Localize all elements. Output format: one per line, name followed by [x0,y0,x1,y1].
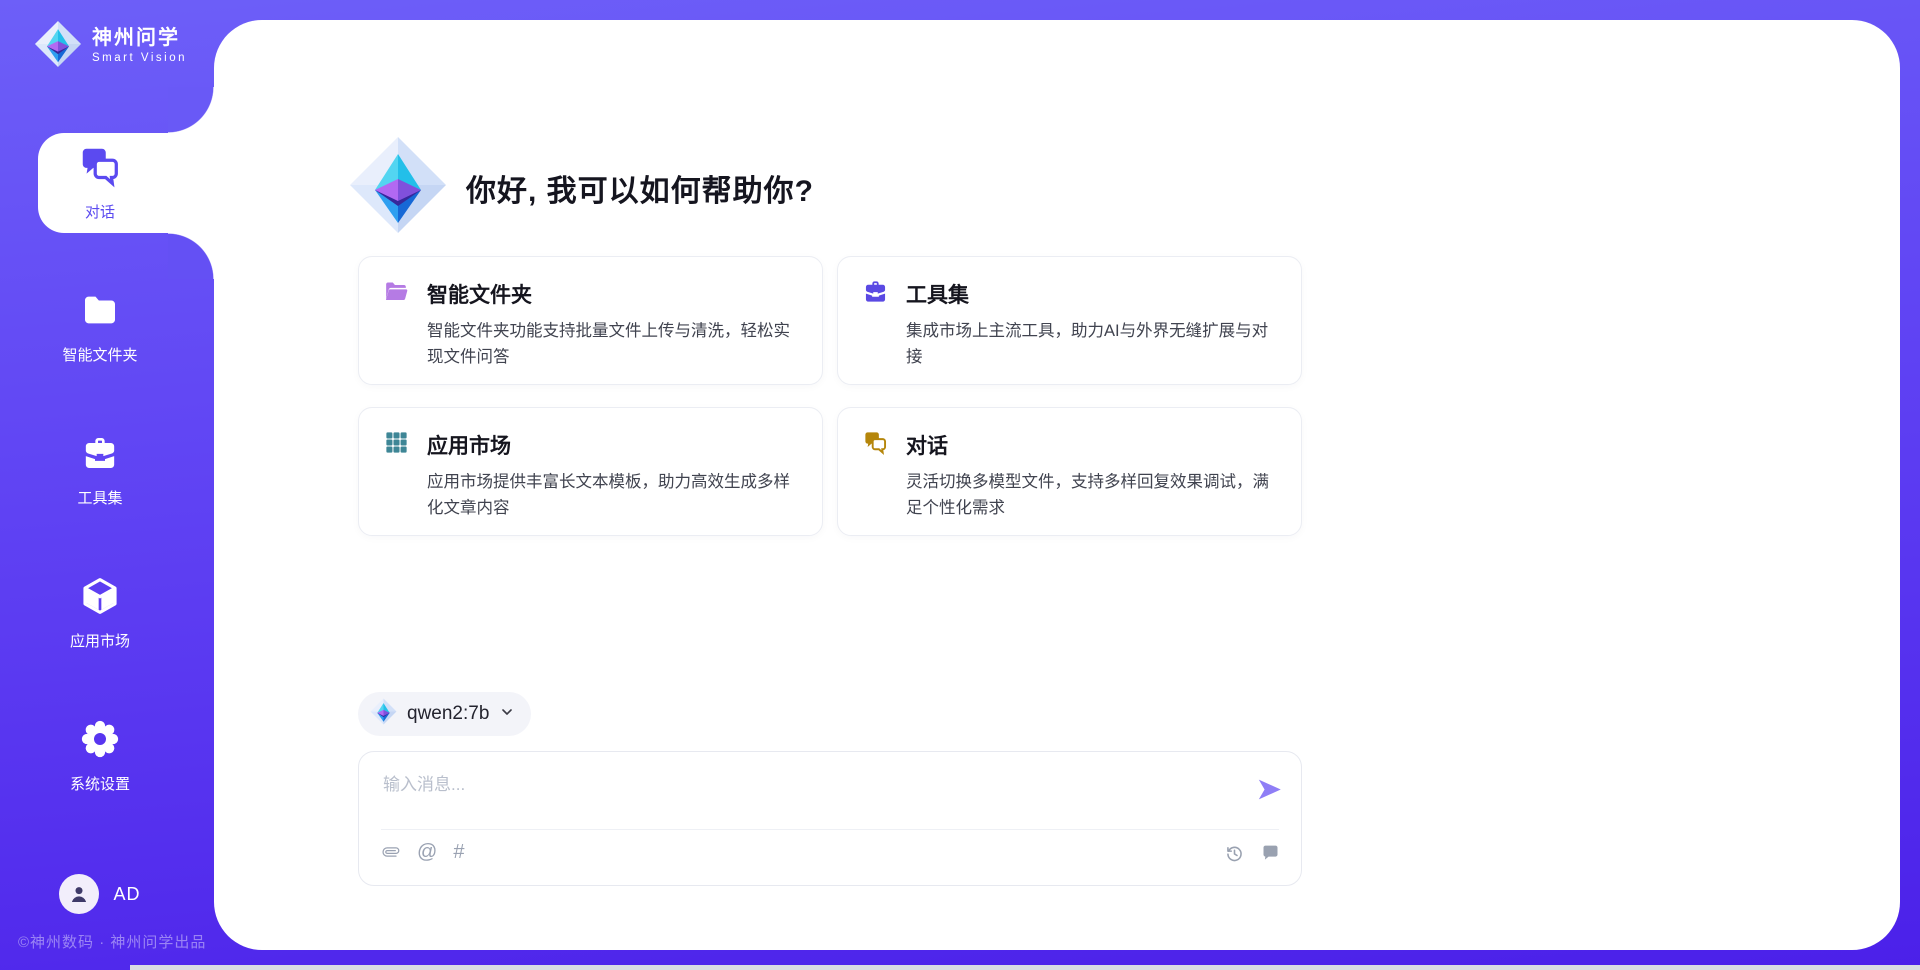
avatar[interactable] [59,874,99,914]
chat-bubbles-icon [862,429,889,461]
folder-icon [80,290,120,335]
sidebar-item-label: 智能文件夹 [62,344,137,365]
card-title: 应用市场 [427,430,511,460]
brand-name: 神州问学 [92,27,187,50]
brand: 神州问学 Smart Vision [34,20,187,73]
send-button[interactable] [1256,776,1283,803]
sidebar: 神州问学 Smart Vision 对话 智能文件夹 [0,0,214,970]
sidebar-item-app-market[interactable]: 应用市场 [0,576,200,651]
feature-cards: 智能文件夹 智能文件夹功能支持批量文件上传与清洗，轻松实现文件问答 工具集 集成… [358,256,1302,536]
briefcase-icon [80,433,120,478]
model-selector[interactable]: qwen2:7b [358,692,531,736]
active-tab-fillet-top [168,87,214,133]
active-tab-fillet-bottom [168,233,214,279]
sidebar-item-label: 工具集 [77,487,122,508]
bottom-edge-strip [130,965,1920,970]
brand-logo-icon [34,20,82,73]
send-icon [1256,776,1283,803]
sidebar-item-label: 应用市场 [70,630,130,651]
sidebar-item-toolkit[interactable]: 工具集 [0,433,200,508]
sidebar-item-chat[interactable]: 对话 [0,133,214,233]
card-description: 应用市场提供丰富长文本模板，助力高效生成多样化文章内容 [427,470,798,521]
message-input[interactable] [381,768,1221,820]
paperclip-icon [381,842,401,862]
history-button[interactable] [1224,843,1245,864]
mention-button[interactable]: @ [417,842,437,862]
person-icon [67,882,91,906]
card-description: 集成市场上主流工具，助力AI与外界无缝扩展与对接 [906,319,1277,370]
new-chat-button[interactable] [1260,843,1281,864]
card-app-market[interactable]: 应用市场 应用市场提供丰富长文本模板，助力高效生成多样化文章内容 [358,407,823,536]
cube-icon [80,576,120,621]
user-profile[interactable]: AD [0,874,200,914]
grid-icon [383,429,410,461]
message-composer: @ # [358,751,1302,886]
model-name: qwen2:7b [407,703,489,725]
user-name: AD [113,884,140,905]
briefcase-icon [862,278,889,310]
card-toolkit[interactable]: 工具集 集成市场上主流工具，助力AI与外界无缝扩展与对接 [837,256,1302,385]
chat-bubbles-icon [77,143,123,194]
attach-file-button[interactable] [381,842,401,862]
gear-icon [80,719,120,764]
model-logo-icon [370,698,397,730]
comment-icon [1260,843,1281,864]
card-description: 智能文件夹功能支持批量文件上传与清洗，轻松实现文件问答 [427,319,798,370]
folder-open-icon [383,278,410,310]
card-chat[interactable]: 对话 灵活切换多模型文件，支持多样回复效果调试，满足个性化需求 [837,407,1302,536]
brand-subtitle: Smart Vision [92,52,187,65]
sidebar-item-smart-folder[interactable]: 智能文件夹 [0,290,200,365]
card-smart-folder[interactable]: 智能文件夹 智能文件夹功能支持批量文件上传与清洗，轻松实现文件问答 [358,256,823,385]
topic-button[interactable]: # [453,842,464,862]
card-title: 智能文件夹 [427,279,532,309]
card-title: 对话 [906,430,948,460]
greeting-block: 你好, 我可以如何帮助你? [348,135,814,240]
sidebar-item-settings[interactable]: 系统设置 [0,719,200,794]
sidebar-item-label: 系统设置 [70,773,130,794]
composer-divider [381,829,1279,830]
card-title: 工具集 [906,279,969,309]
content-area: 你好, 我可以如何帮助你? 智能文件夹 智能文件夹功能支持批量文件上传与清洗，轻… [358,0,1302,930]
sidebar-item-label: 对话 [85,201,115,222]
chevron-down-icon [499,704,515,725]
copyright-text: ©神州数码 · 神州问学出品 [18,931,206,952]
card-description: 灵活切换多模型文件，支持多样回复效果调试，满足个性化需求 [906,470,1277,521]
assistant-logo-icon [348,135,448,240]
history-icon [1224,843,1245,864]
greeting-text: 你好, 我可以如何帮助你? [466,166,814,210]
